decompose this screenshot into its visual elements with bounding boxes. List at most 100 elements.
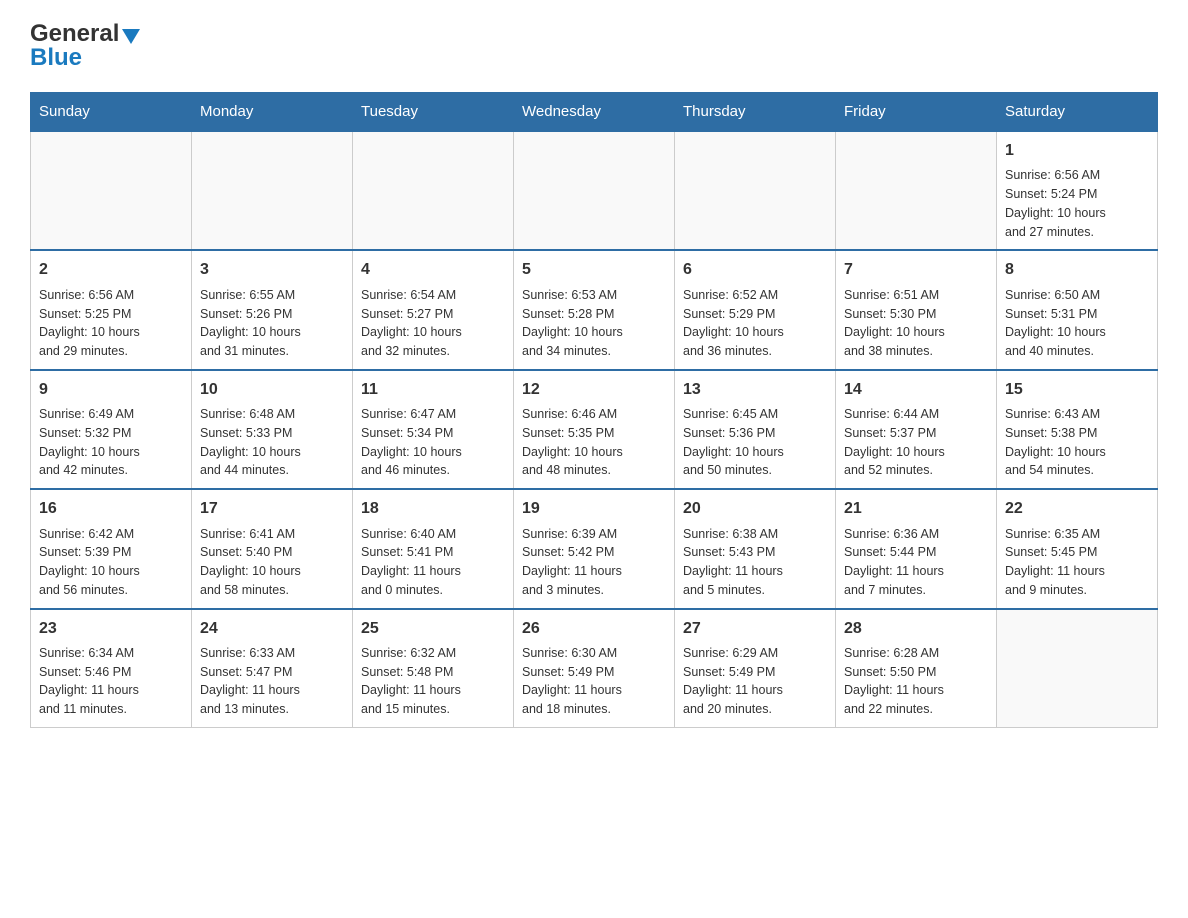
calendar-cell: 19Sunrise: 6:39 AM Sunset: 5:42 PM Dayli…: [514, 489, 675, 608]
day-number: 2: [39, 259, 183, 281]
day-info: Sunrise: 6:51 AM Sunset: 5:30 PM Dayligh…: [844, 286, 988, 361]
day-info: Sunrise: 6:43 AM Sunset: 5:38 PM Dayligh…: [1005, 405, 1149, 480]
logo-blue-text: Blue: [30, 44, 82, 72]
day-header-sunday: Sunday: [31, 93, 192, 132]
day-info: Sunrise: 6:30 AM Sunset: 5:49 PM Dayligh…: [522, 644, 666, 719]
day-number: 23: [39, 618, 183, 640]
day-info: Sunrise: 6:53 AM Sunset: 5:28 PM Dayligh…: [522, 286, 666, 361]
day-info: Sunrise: 6:42 AM Sunset: 5:39 PM Dayligh…: [39, 525, 183, 600]
day-info: Sunrise: 6:34 AM Sunset: 5:46 PM Dayligh…: [39, 644, 183, 719]
day-info: Sunrise: 6:36 AM Sunset: 5:44 PM Dayligh…: [844, 525, 988, 600]
calendar-cell: 18 Sunrise: 6:40 AM Sunset: 5:41 PM Dayli…: [353, 489, 514, 608]
day-number: 8: [1005, 259, 1149, 281]
day-info: Sunrise: 6:33 AM Sunset: 5:47 PM Dayligh…: [200, 644, 344, 719]
day-number: 5: [522, 259, 666, 281]
day-info: Sunrise: 6:41 AM Sunset: 5:40 PM Dayligh…: [200, 525, 344, 600]
day-number: 10: [200, 379, 344, 401]
day-number: 16: [39, 498, 183, 520]
calendar-cell: 10 Sunrise: 6:48 AM Sunset: 5:33 PM Dayli…: [192, 370, 353, 489]
day-number: 25: [361, 618, 505, 640]
day-number: 26: [522, 618, 666, 640]
logo-triangle-icon: [122, 29, 140, 44]
week-row-3: 9 Sunrise: 6:49 AM Sunset: 5:32 PM Daylig…: [31, 370, 1158, 489]
calendar-cell: [997, 609, 1158, 728]
day-info: Sunrise: 6:46 AM Sunset: 5:35 PM Dayligh…: [522, 405, 666, 480]
calendar-cell: 13 Sunrise: 6:45 AM Sunset: 5:36 PM Dayli…: [675, 370, 836, 489]
day-number: 12: [522, 379, 666, 401]
calendar-cell: 26 Sunrise: 6:30 AM Sunset: 5:49 PM Dayli…: [514, 609, 675, 728]
day-info: Sunrise: 6:44 AM Sunset: 5:37 PM Dayligh…: [844, 405, 988, 480]
calendar-cell: 17 Sunrise: 6:41 AM Sunset: 5:40 PM Dayli…: [192, 489, 353, 608]
calendar-cell: 5 Sunrise: 6:53 AM Sunset: 5:28 PM Daylig…: [514, 250, 675, 369]
week-row-4: 16 Sunrise: 6:42 AM Sunset: 5:39 PM Dayli…: [31, 489, 1158, 608]
calendar-cell: [675, 131, 836, 250]
day-header-thursday: Thursday: [675, 93, 836, 132]
day-info: Sunrise: 6:45 AM Sunset: 5:36 PM Dayligh…: [683, 405, 827, 480]
day-number: 15: [1005, 379, 1149, 401]
calendar-cell: 4Sunrise: 6:54 AM Sunset: 5:27 PM Daylig…: [353, 250, 514, 369]
day-header-friday: Friday: [836, 93, 997, 132]
week-row-2: 2 Sunrise: 6:56 AM Sunset: 5:25 PM Daylig…: [31, 250, 1158, 369]
calendar-cell: [31, 131, 192, 250]
day-number: 11: [361, 379, 505, 401]
week-row-1: 1Sunrise: 6:56 AM Sunset: 5:24 PM Daylig…: [31, 131, 1158, 250]
day-info: Sunrise: 6:40 AM Sunset: 5:41 PM Dayligh…: [361, 525, 505, 600]
day-header-tuesday: Tuesday: [353, 93, 514, 132]
calendar-cell: 14 Sunrise: 6:44 AM Sunset: 5:37 PM Dayli…: [836, 370, 997, 489]
day-info: Sunrise: 6:28 AM Sunset: 5:50 PM Dayligh…: [844, 644, 988, 719]
calendar-cell: 11 Sunrise: 6:47 AM Sunset: 5:34 PM Dayli…: [353, 370, 514, 489]
calendar-cell: 23 Sunrise: 6:34 AM Sunset: 5:46 PM Dayli…: [31, 609, 192, 728]
day-info: Sunrise: 6:55 AM Sunset: 5:26 PM Dayligh…: [200, 286, 344, 361]
day-number: 13: [683, 379, 827, 401]
page-header: General Blue: [30, 20, 1158, 72]
calendar-cell: [514, 131, 675, 250]
day-info: Sunrise: 6:54 AM Sunset: 5:27 PM Dayligh…: [361, 286, 505, 361]
calendar-cell: 3 Sunrise: 6:55 AM Sunset: 5:26 PM Daylig…: [192, 250, 353, 369]
day-info: Sunrise: 6:39 AM Sunset: 5:42 PM Dayligh…: [522, 525, 666, 600]
week-row-5: 23 Sunrise: 6:34 AM Sunset: 5:46 PM Dayli…: [31, 609, 1158, 728]
calendar-cell: 27 Sunrise: 6:29 AM Sunset: 5:49 PM Dayli…: [675, 609, 836, 728]
day-info: Sunrise: 6:56 AM Sunset: 5:25 PM Dayligh…: [39, 286, 183, 361]
day-info: Sunrise: 6:38 AM Sunset: 5:43 PM Dayligh…: [683, 525, 827, 600]
day-number: 14: [844, 379, 988, 401]
calendar-cell: 20 Sunrise: 6:38 AM Sunset: 5:43 PM Dayli…: [675, 489, 836, 608]
day-number: 20: [683, 498, 827, 520]
day-number: 22: [1005, 498, 1149, 520]
day-number: 18: [361, 498, 505, 520]
calendar-cell: [353, 131, 514, 250]
day-header-wednesday: Wednesday: [514, 93, 675, 132]
calendar-cell: 28Sunrise: 6:28 AM Sunset: 5:50 PM Dayli…: [836, 609, 997, 728]
day-headers-row: SundayMondayTuesdayWednesdayThursdayFrid…: [31, 93, 1158, 132]
day-info: Sunrise: 6:35 AM Sunset: 5:45 PM Dayligh…: [1005, 525, 1149, 600]
day-number: 6: [683, 259, 827, 281]
calendar-cell: 21 Sunrise: 6:36 AM Sunset: 5:44 PM Dayli…: [836, 489, 997, 608]
day-number: 3: [200, 259, 344, 281]
day-info: Sunrise: 6:32 AM Sunset: 5:48 PM Dayligh…: [361, 644, 505, 719]
calendar-cell: 25 Sunrise: 6:32 AM Sunset: 5:48 PM Dayli…: [353, 609, 514, 728]
logo: General Blue: [30, 20, 140, 72]
calendar-cell: 16 Sunrise: 6:42 AM Sunset: 5:39 PM Dayli…: [31, 489, 192, 608]
day-number: 7: [844, 259, 988, 281]
day-header-saturday: Saturday: [997, 93, 1158, 132]
calendar-cell: 24Sunrise: 6:33 AM Sunset: 5:47 PM Dayli…: [192, 609, 353, 728]
day-info: Sunrise: 6:49 AM Sunset: 5:32 PM Dayligh…: [39, 405, 183, 480]
calendar-cell: 8 Sunrise: 6:50 AM Sunset: 5:31 PM Daylig…: [997, 250, 1158, 369]
day-info: Sunrise: 6:56 AM Sunset: 5:24 PM Dayligh…: [1005, 166, 1149, 241]
day-number: 17: [200, 498, 344, 520]
calendar-cell: [836, 131, 997, 250]
day-info: Sunrise: 6:48 AM Sunset: 5:33 PM Dayligh…: [200, 405, 344, 480]
day-number: 21: [844, 498, 988, 520]
calendar-cell: 22 Sunrise: 6:35 AM Sunset: 5:45 PM Dayli…: [997, 489, 1158, 608]
day-number: 27: [683, 618, 827, 640]
calendar-cell: 2 Sunrise: 6:56 AM Sunset: 5:25 PM Daylig…: [31, 250, 192, 369]
calendar-table: SundayMondayTuesdayWednesdayThursdayFrid…: [30, 92, 1158, 728]
day-info: Sunrise: 6:52 AM Sunset: 5:29 PM Dayligh…: [683, 286, 827, 361]
day-info: Sunrise: 6:29 AM Sunset: 5:49 PM Dayligh…: [683, 644, 827, 719]
calendar-cell: 15 Sunrise: 6:43 AM Sunset: 5:38 PM Dayli…: [997, 370, 1158, 489]
day-info: Sunrise: 6:50 AM Sunset: 5:31 PM Dayligh…: [1005, 286, 1149, 361]
day-info: Sunrise: 6:47 AM Sunset: 5:34 PM Dayligh…: [361, 405, 505, 480]
day-header-monday: Monday: [192, 93, 353, 132]
calendar-cell: 9 Sunrise: 6:49 AM Sunset: 5:32 PM Daylig…: [31, 370, 192, 489]
day-number: 9: [39, 379, 183, 401]
calendar-cell: 12 Sunrise: 6:46 AM Sunset: 5:35 PM Dayli…: [514, 370, 675, 489]
